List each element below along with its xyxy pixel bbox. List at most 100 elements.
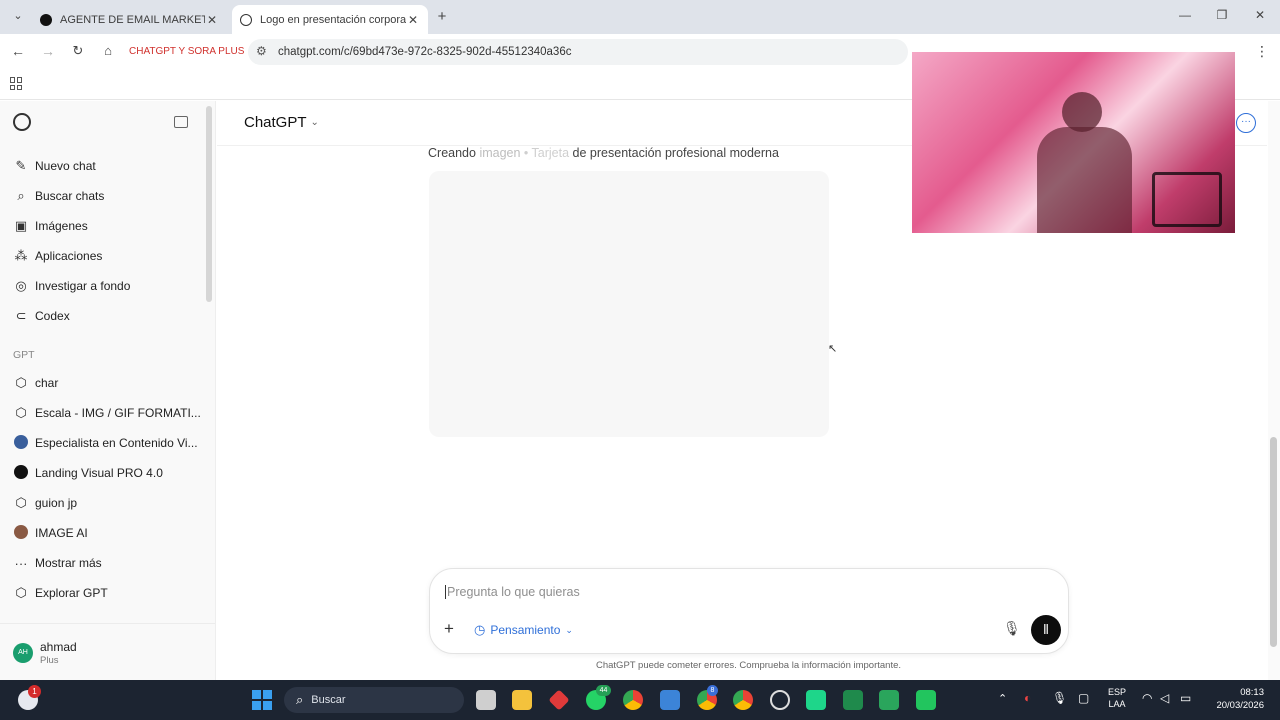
chrome-icon[interactable] [623,690,643,710]
sidebar-mostrar-mas[interactable]: ··· Mostrar más [13,553,102,573]
codex-icon: ⊂ [15,308,27,323]
sidebar-scrollbar[interactable] [206,106,212,302]
reload-icon[interactable]: ↻ [68,43,88,59]
clock[interactable]: 08:13 20/03/2026 [1208,686,1264,712]
language-indicator[interactable]: ESP LAA [1108,686,1126,710]
tray-mic-icon[interactable]: 🎙 [1052,691,1067,705]
image-generation-placeholder [429,171,829,437]
sidebar-item-label: Imágenes [35,219,88,233]
sidebar-divider [0,623,215,624]
apps-grid-icon[interactable] [10,77,23,90]
image-icon: ▣ [14,218,28,233]
sidebar-explorar-gpt[interactable]: ⬡ Explorar GPT [13,583,107,603]
battery-icon[interactable]: ▭ [1180,691,1191,705]
sidebar-item-nuevo-chat[interactable]: ✎ Nuevo chat [13,156,96,176]
search-icon: ⌕ [296,692,304,707]
app-chatgpt-green-icon[interactable] [879,690,899,710]
sidebar-item-codex[interactable]: ⊂ Codex [13,306,70,326]
webcam-stand [1152,172,1222,227]
tab-close-icon[interactable]: ✕ [406,13,420,27]
model-selector[interactable]: ChatGPT ⌄ [244,114,319,131]
more-options-icon[interactable]: ··· [1236,113,1256,133]
wifi-icon[interactable]: ◠ [1142,691,1152,705]
app-gemini-icon[interactable] [843,690,863,710]
sidebar-item-label: guion jp [35,496,78,510]
thinking-mode-button[interactable]: ◷ Pensamiento ⌄ [474,622,573,638]
app-green-icon[interactable] [806,690,826,710]
user-name[interactable]: ahmad [40,640,77,654]
tab-logo-presentacion[interactable]: Logo en presentación corporat ✕ [232,5,428,34]
sidebar-item-aplicaciones[interactable]: ⁂ Aplicaciones [13,246,103,266]
tray-window-icon[interactable]: ▢ [1078,691,1089,705]
sidebar-item-label: Landing Visual PRO 4.0 [35,466,163,480]
home-icon[interactable]: ⌂ [98,43,118,58]
sidebar-gpt-image-ai[interactable]: IMAGE AI [13,523,88,543]
sidebar-gpt-char[interactable]: ⬡ char [13,373,58,393]
taskbar-search-placeholder: Buscar [311,694,346,706]
whatsapp-badge: 44 [596,685,611,696]
chrome-badge: 8 [707,685,718,696]
main-scrollbar[interactable] [1268,101,1280,680]
file-explorer-icon[interactable] [512,690,532,710]
microphone-icon[interactable]: 🎙 [1003,620,1021,637]
sidebar-item-label: Mostrar más [35,556,102,570]
sidebar-gpt-especialista[interactable]: Especialista en Contenido Vi... [13,433,198,453]
apps-icon: ⁂ [14,248,28,263]
sidebar-item-investigar[interactable]: ◎ Investigar a fondo [13,276,130,296]
address-bar[interactable]: ⚙ chatgpt.com/c/69bd473e-972c-8325-902d-… [248,39,908,65]
chatgpt-favicon-icon [40,13,52,26]
dark-avatar-icon [13,464,29,482]
sidebar-gpt-guion[interactable]: ⬡ guion jp [13,493,77,513]
window-restore-icon[interactable]: ❐ [1212,8,1232,22]
sidebar-item-label: Codex [35,309,70,323]
forward-arrow-icon[interactable]: → [38,43,58,59]
tray-app-icon[interactable]: ◐ [1024,691,1031,705]
window-close-icon[interactable]: ✕ [1250,8,1270,22]
task-view-icon[interactable] [476,690,496,710]
tab-email-marketing[interactable]: AGENTE DE EMAIL MARKETING ✕ [32,5,227,34]
chatgpt-app-icon[interactable] [770,690,790,710]
new-tab-plus-icon[interactable]: + [432,8,452,25]
browser-tab-bar: ⌄ AGENTE DE EMAIL MARKETING ✕ Logo en pr… [0,0,1280,34]
sidebar-gpt-escala[interactable]: ⬡ Escala - IMG / GIF FORMATI... [13,403,200,423]
image-status-text: Creando imagen • Tarjeta de presentación… [428,146,779,160]
sidebar-gpt-landing[interactable]: Landing Visual PRO 4.0 [13,463,163,483]
notification-badge: 1 [28,685,41,698]
volume-icon[interactable]: ◁ [1160,691,1169,705]
cube-icon: ⬡ [15,585,27,600]
attach-plus-icon[interactable]: + [444,619,454,639]
app-red-diamond-icon[interactable] [548,689,570,711]
app-green-square-icon[interactable] [916,690,936,710]
voice-mode-button[interactable]: ⦀ [1031,615,1061,645]
clock-icon: ◷ [474,622,486,637]
app-blue-icon[interactable] [660,690,680,710]
taskbar-search[interactable]: ⌕ Buscar [284,687,464,713]
avatar[interactable]: AH [13,643,33,663]
sidebar-item-buscar-chats[interactable]: ⌕ Buscar chats [13,186,104,206]
user-plan: Plus [40,655,59,666]
tab-title: AGENTE DE EMAIL MARKETING [60,13,205,26]
tab-close-icon[interactable]: ✕ [205,13,219,27]
sidebar-item-label: Buscar chats [35,189,105,203]
sidebar-item-imagenes[interactable]: ▣ Imágenes [13,216,88,236]
prompt-input[interactable]: Pregunta lo que quieras [445,585,1045,599]
chatgpt-logo-icon[interactable] [13,113,31,131]
webcam-person-body [1037,127,1132,233]
back-arrow-icon[interactable]: ← [8,43,28,59]
chrome-profile-2-icon[interactable] [733,690,753,710]
bookmark-chatgpt-sora[interactable]: CHATGPT Y SORA PLUS [129,46,244,57]
browser-menu-icon[interactable]: ⋮ [1252,43,1272,60]
tab-list-chevron-icon[interactable]: ⌄ [8,9,28,22]
toggle-sidebar-icon[interactable] [174,116,188,128]
composer: Pregunta lo que quieras + ◷ Pensamiento … [429,568,1069,654]
site-info-icon[interactable]: ⚙ [256,44,267,58]
window-minimize-icon[interactable]: — [1175,8,1195,22]
section-label-gpt: GPT [13,349,35,361]
webcam-person-head [1062,92,1102,132]
windows-start-icon[interactable] [252,690,272,710]
webcam-video-overlay [912,52,1235,233]
tray-chevron-icon[interactable]: ⌃ [998,692,1007,705]
globe-avatar-icon [13,434,29,452]
main-scrollbar-thumb[interactable] [1270,437,1277,647]
sidebar-item-label: IMAGE AI [35,526,88,540]
